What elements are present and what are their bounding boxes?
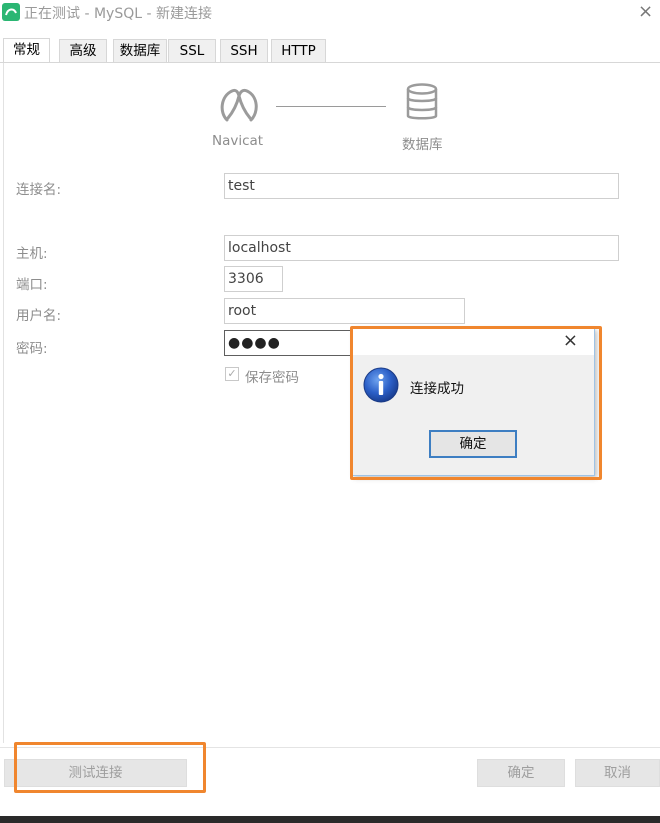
tab-advanced[interactable]: 高级 <box>59 39 107 62</box>
tab-general[interactable]: 常规 <box>3 38 50 62</box>
username-label: 用户名: <box>16 308 62 324</box>
window-titlebar: 正在测试 - MySQL - 新建连接 × <box>0 0 660 28</box>
dialog-highlight <box>350 326 602 480</box>
connection-line <box>276 106 386 107</box>
navicat-app-icon <box>2 3 20 21</box>
save-password-label: 保存密码 <box>245 370 299 386</box>
ok-button[interactable]: 确定 <box>477 759 565 787</box>
taskbar-strip <box>0 816 660 823</box>
username-input[interactable]: root <box>224 298 465 324</box>
tab-ssh[interactable]: SSH <box>220 39 268 62</box>
window-close-button[interactable]: × <box>638 2 653 22</box>
tab-bar: 常规 高级 数据库 SSL SSH HTTP <box>3 38 659 63</box>
tab-http[interactable]: HTTP <box>271 39 326 62</box>
host-input[interactable]: localhost <box>224 235 619 261</box>
port-label: 端口: <box>16 277 48 293</box>
connection-name-input[interactable]: test <box>224 173 619 199</box>
password-label: 密码: <box>16 341 48 357</box>
window-title: 正在测试 - MySQL - 新建连接 <box>24 6 212 22</box>
navicat-caption: Navicat <box>212 133 264 149</box>
database-caption: 数据库 <box>402 137 443 153</box>
database-icon <box>406 83 438 120</box>
test-button-highlight <box>14 742 206 793</box>
save-password-checkbox[interactable]: ✓ <box>225 367 239 381</box>
tab-database[interactable]: 数据库 <box>113 39 167 62</box>
navicat-logo-icon <box>220 88 258 122</box>
cancel-button[interactable]: 取消 <box>575 759 660 787</box>
connection-name-label: 连接名: <box>16 182 62 198</box>
port-input[interactable]: 3306 <box>224 266 283 292</box>
host-label: 主机: <box>16 246 48 262</box>
tab-ssl[interactable]: SSL <box>168 39 216 62</box>
